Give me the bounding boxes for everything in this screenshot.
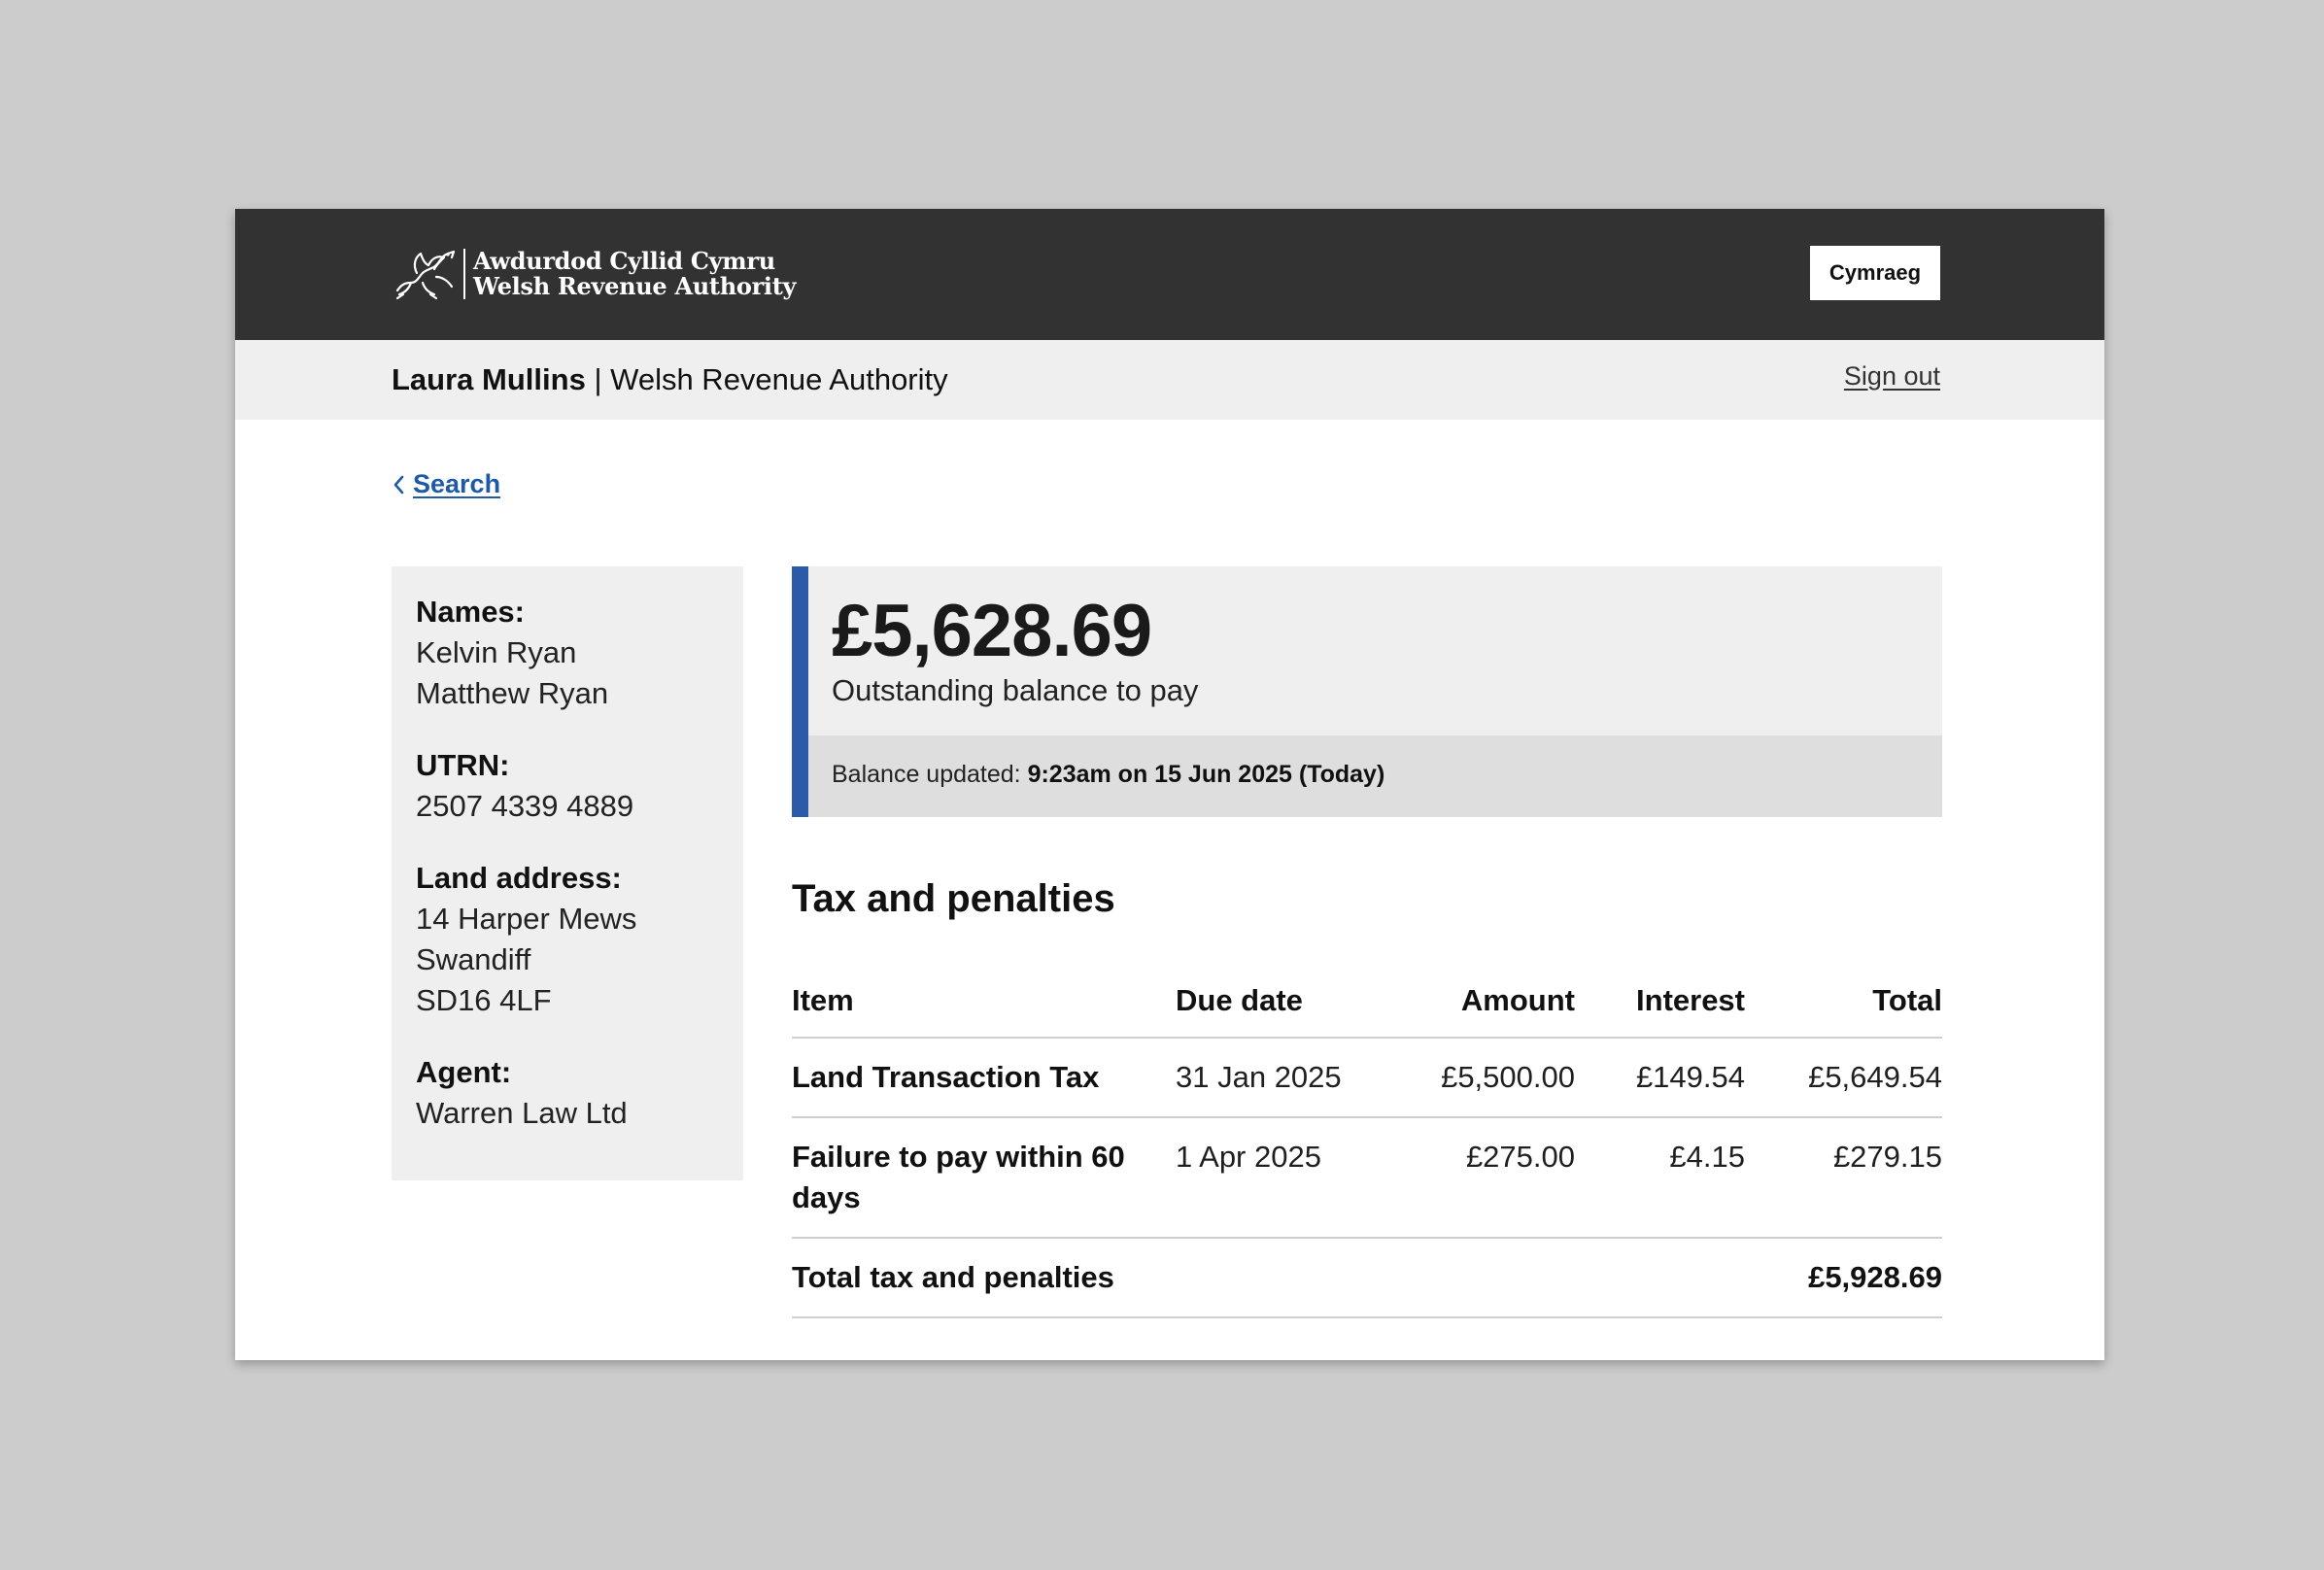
cell-due-date: 1 Apr 2025 [1176,1117,1360,1239]
utrn-value: 2507 4339 4889 [416,789,634,823]
wra-logo[interactable]: Awdurdod Cyllid Cymru Welsh Revenue Auth… [392,246,796,302]
logo-wordmark: Awdurdod Cyllid Cymru Welsh Revenue Auth… [473,249,796,299]
user-name: Laura Mullins [392,362,586,396]
balance-updated-text: Balance updated: 9:23am on 15 Jun 2025 (… [832,761,1384,789]
back-link-label: Search [413,469,501,498]
chevron-left-icon [393,475,404,494]
user-bar: Laura Mullins | Welsh Revenue Authority … [235,340,2104,420]
name-value: Kelvin Ryan [416,635,577,669]
address-line: Swandiff [416,942,531,976]
table-row: Failure to pay within 60 days 1 Apr 2025… [792,1117,1942,1239]
name-value: Matthew Ryan [416,676,609,710]
column-header-due-date: Due date [1176,962,1360,1039]
balance-caption: Outstanding balance to pay [832,673,1199,707]
balance-accent-bar [792,566,808,817]
total-label: Total tax and penalties [792,1238,1745,1318]
cell-item: Failure to pay within 60 days [792,1117,1176,1239]
land-address-label: Land address: [416,861,622,895]
names-label: Names: [416,595,525,629]
total-value: £5,928.69 [1745,1238,1942,1318]
address-line: SD16 4LF [416,983,552,1017]
column-header-interest: Interest [1575,962,1745,1039]
cell-interest: £4.15 [1575,1117,1745,1239]
welsh-dragon-icon [395,250,456,300]
agent-label: Agent: [416,1055,512,1089]
cell-item: Land Transaction Tax [792,1038,1176,1118]
land-address-group: Land address: 14 Harper Mews Swandiff SD… [416,858,719,1021]
cell-amount: £5,500.00 [1360,1038,1575,1118]
utrn-label: UTRN: [416,748,510,782]
balance-updated-strip: Balance updated: 9:23am on 15 Jun 2025 (… [808,735,1942,817]
names-group: Names: Kelvin Ryan Matthew Ryan [416,592,719,714]
sign-out-link[interactable]: Sign out [1844,361,1940,392]
table-row: Land Transaction Tax 31 Jan 2025 £5,500.… [792,1038,1942,1118]
logo-line-english: Welsh Revenue Authority [473,272,797,300]
cell-total: £279.15 [1745,1117,1942,1239]
column-header-amount: Amount [1360,962,1575,1039]
user-info: Laura Mullins | Welsh Revenue Authority [392,362,948,397]
utrn-group: UTRN: 2507 4339 4889 [416,745,719,827]
agent-value: Warren Law Ltd [416,1096,628,1130]
user-separator: | [594,362,602,396]
top-header: Awdurdod Cyllid Cymru Welsh Revenue Auth… [235,209,2104,340]
table-total-row: Total tax and penalties £5,928.69 [792,1238,1942,1318]
case-summary-sidebar: Names: Kelvin Ryan Matthew Ryan UTRN: 25… [392,566,743,1180]
cell-due-date: 31 Jan 2025 [1176,1038,1360,1118]
logo-divider [463,249,465,299]
table-header-row: Item Due date Amount Interest Total [792,962,1942,1039]
cell-amount: £275.00 [1360,1117,1575,1239]
balance-updated-value: 9:23am on 15 Jun 2025 (Today) [1027,761,1385,788]
app-window: Awdurdod Cyllid Cymru Welsh Revenue Auth… [235,209,2104,1360]
agent-group: Agent: Warren Law Ltd [416,1052,719,1134]
tax-penalties-table: Item Due date Amount Interest Total Land… [792,962,1942,1318]
column-header-total: Total [1745,962,1942,1039]
balance-amount: £5,628.69 [832,590,1152,672]
back-to-search-link[interactable]: Search [392,469,500,499]
language-toggle-button[interactable]: Cymraeg [1810,246,1940,300]
cell-total: £5,649.54 [1745,1038,1942,1118]
column-header-item: Item [792,962,1176,1039]
user-organisation: Welsh Revenue Authority [610,362,948,396]
cell-interest: £149.54 [1575,1038,1745,1118]
outstanding-balance-panel: £5,628.69 Outstanding balance to pay Bal… [792,566,1942,817]
address-line: 14 Harper Mews [416,902,637,936]
tax-section-title: Tax and penalties [792,877,1115,920]
balance-updated-label: Balance updated: [832,761,1021,788]
logo-line-welsh: Awdurdod Cyllid Cymru [473,247,775,275]
